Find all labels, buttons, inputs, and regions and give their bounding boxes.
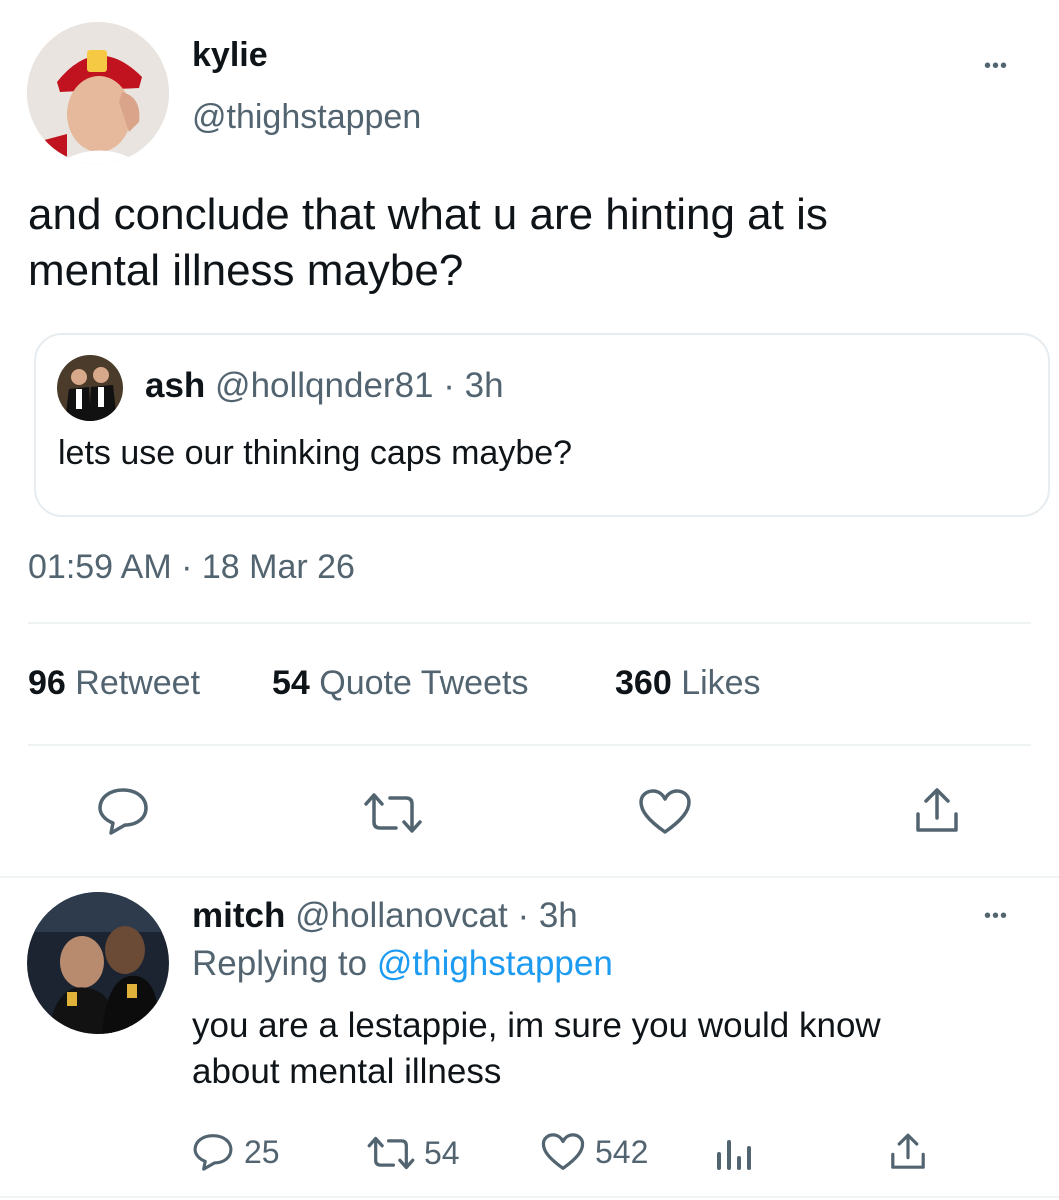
replying-to-line: Replying to @thighstappen: [192, 944, 613, 984]
tweet-timestamp[interactable]: 01:59 AM · 18 Mar 26: [28, 548, 355, 587]
retweets-stat[interactable]: 96 Retweet: [28, 664, 200, 703]
quoted-tweet-header: ash @hollqnder81 · 3h: [145, 366, 504, 406]
replying-to-label: Replying to: [192, 944, 368, 983]
reply-retweet-action[interactable]: 54: [366, 1134, 460, 1172]
replying-to-handle-link[interactable]: @thighstappen: [377, 944, 613, 983]
share-icon[interactable]: [888, 1132, 928, 1172]
reply-header: mitch @hollanovcat · 3h: [192, 896, 578, 936]
reply-time: · 3h: [517, 896, 578, 935]
reply-text-line-1: you are a lestappie, im sure you would k…: [192, 1006, 881, 1045]
quoted-author-handle[interactable]: @hollqnder81: [215, 366, 433, 405]
quote-tweets-count: 54: [272, 664, 310, 702]
retweet-icon[interactable]: [362, 790, 424, 836]
reply-icon: [192, 1132, 234, 1172]
quoted-tweet-card[interactable]: [34, 333, 1050, 517]
retweet-icon: [366, 1134, 416, 1172]
like-icon: [541, 1132, 585, 1172]
reply-text-line-2: about mental illness: [192, 1052, 502, 1091]
section-divider: [0, 876, 1059, 878]
quote-tweets-label: Quote Tweets: [319, 664, 529, 702]
divider: [28, 744, 1031, 746]
tweet-text-line-2: mental illness maybe?: [28, 246, 464, 295]
tweet-text-line-1: and conclude that what u are hinting at …: [28, 190, 828, 239]
reply-author-handle[interactable]: @hollanovcat: [295, 896, 508, 935]
reply-reply-action[interactable]: 25: [192, 1132, 280, 1172]
quoted-author-avatar[interactable]: [57, 355, 123, 421]
reply-like-count: 542: [595, 1133, 649, 1170]
author-name[interactable]: kylie: [192, 36, 268, 75]
reply-retweet-count: 54: [424, 1134, 460, 1171]
reply-icon[interactable]: [96, 786, 150, 836]
likes-stat[interactable]: 360 Likes: [615, 664, 761, 703]
reply-count: 25: [244, 1133, 280, 1170]
author-avatar[interactable]: [27, 22, 169, 164]
quote-tweets-stat[interactable]: 54 Quote Tweets: [272, 664, 528, 703]
reply-author-avatar[interactable]: [27, 892, 169, 1034]
quoted-tweet-text: lets use our thinking caps maybe?: [58, 434, 573, 472]
reply-like-action[interactable]: 542: [541, 1132, 648, 1172]
bottom-divider: [0, 1196, 1059, 1198]
reply-author-name[interactable]: mitch: [192, 896, 285, 935]
quoted-tweet-time: · 3h: [443, 366, 504, 405]
retweets-count: 96: [28, 664, 66, 702]
author-handle[interactable]: @thighstappen: [192, 98, 421, 137]
reply-more-options-button[interactable]: •••: [984, 906, 1008, 926]
analytics-icon[interactable]: [714, 1134, 754, 1172]
likes-count: 360: [615, 664, 672, 702]
divider: [28, 622, 1031, 624]
retweets-label: Retweet: [75, 664, 201, 702]
quoted-author-name[interactable]: ash: [145, 366, 205, 405]
share-icon[interactable]: [912, 786, 962, 836]
more-options-button[interactable]: •••: [984, 56, 1008, 76]
like-icon[interactable]: [638, 788, 692, 836]
likes-label: Likes: [681, 664, 761, 702]
